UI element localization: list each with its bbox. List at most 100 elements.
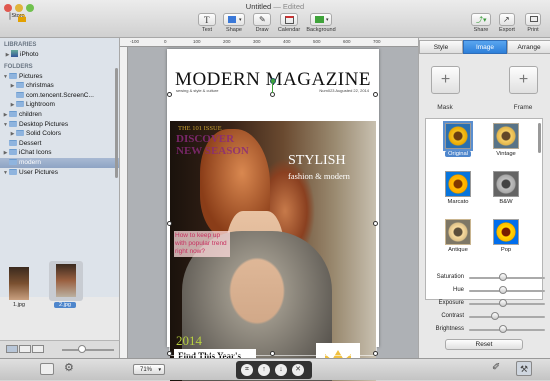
slider-track[interactable] bbox=[469, 316, 545, 318]
crop-icon[interactable]: ⌗ bbox=[241, 364, 253, 376]
slider-knob[interactable] bbox=[491, 312, 499, 320]
arrow-up-icon[interactable]: ↑ bbox=[258, 364, 270, 376]
thumbnail-browser: 1.jpg 2.jpg bbox=[0, 261, 120, 340]
sidebar-item-dessert[interactable]: Dessert bbox=[0, 139, 119, 149]
add-frame-button[interactable]: + bbox=[509, 66, 538, 94]
sidebar-toggle-button[interactable] bbox=[40, 363, 54, 375]
rotate-line bbox=[272, 83, 273, 93]
brush-icon[interactable]: ✐ bbox=[492, 362, 500, 373]
share-button[interactable]: ⤴▾ Share bbox=[470, 13, 492, 33]
zoom-value: 71% bbox=[140, 367, 153, 373]
sidebar-item-label: com.tencent.ScreenC... bbox=[26, 91, 94, 99]
tab-image[interactable]: Image bbox=[463, 40, 507, 54]
sidebar-item-desktop-pictures[interactable]: ▼ Desktop Pictures bbox=[0, 120, 119, 130]
ruler-label: 300 bbox=[253, 39, 261, 44]
saturation-label: Saturation bbox=[436, 274, 464, 280]
rotate-handle[interactable] bbox=[270, 78, 276, 84]
slider-knob[interactable] bbox=[499, 325, 507, 333]
sidebar-item-solid-colors[interactable]: ▶ Solid Colors bbox=[0, 129, 119, 139]
grid-view-button[interactable] bbox=[6, 345, 18, 353]
resize-handle-mr[interactable] bbox=[373, 221, 378, 226]
slider-track[interactable] bbox=[469, 329, 545, 331]
zoom-select[interactable]: 71% ▼ bbox=[133, 364, 165, 375]
add-mask-button[interactable]: + bbox=[431, 66, 460, 94]
disclosure-open-icon[interactable]: ▼ bbox=[2, 169, 9, 179]
slider-track[interactable] bbox=[469, 303, 545, 305]
saturation-slider[interactable]: Saturation bbox=[419, 273, 550, 284]
background-tool-button[interactable]: ▾ Background bbox=[305, 13, 337, 33]
sidebar-item-christmas[interactable]: ▶ christmas bbox=[0, 81, 119, 91]
filter-bw[interactable]: B&W bbox=[486, 171, 526, 205]
mask-label: Mask bbox=[437, 104, 453, 111]
sidebar-item-modern[interactable]: modern bbox=[0, 157, 119, 168]
tools-icon[interactable]: ⚒ bbox=[516, 361, 532, 376]
ruler-label: 700 bbox=[373, 39, 381, 44]
tab-style[interactable]: Style bbox=[419, 40, 463, 54]
contrast-label: Contrast bbox=[441, 313, 464, 319]
filter-antique[interactable]: Antique bbox=[438, 219, 478, 253]
draw-tool-button[interactable]: ✎ Draw bbox=[251, 13, 273, 33]
arrow-down-icon[interactable]: ↓ bbox=[275, 364, 287, 376]
list-view-button[interactable] bbox=[19, 345, 31, 353]
thumbnail-size-slider[interactable] bbox=[62, 349, 114, 351]
sidebar-item-label: iPhoto bbox=[20, 51, 39, 58]
filter-original[interactable]: Original bbox=[438, 121, 478, 157]
slider-knob[interactable] bbox=[499, 286, 507, 294]
shape-tool-button[interactable]: ▾ Shape bbox=[222, 13, 246, 33]
slider-knob[interactable] bbox=[499, 273, 507, 281]
column-view-button[interactable] bbox=[32, 345, 44, 353]
filter-marcato[interactable]: Marcato bbox=[438, 171, 478, 205]
filter-scrollbar[interactable] bbox=[538, 123, 541, 153]
contrast-slider[interactable]: Contrast bbox=[419, 312, 550, 323]
slider-knob[interactable] bbox=[499, 299, 507, 307]
resize-handle-tr[interactable] bbox=[373, 92, 378, 97]
exposure-label: Exposure bbox=[438, 300, 464, 306]
sidebar-item-label: User Pictures bbox=[19, 168, 59, 176]
sidebar-item-ichat-icons[interactable]: ▶ iChat Icons bbox=[0, 148, 119, 158]
thumbnail-2[interactable] bbox=[49, 261, 83, 301]
hue-slider[interactable]: Hue bbox=[419, 286, 550, 297]
resize-handle-bl[interactable] bbox=[167, 351, 172, 356]
calendar-icon bbox=[280, 13, 298, 26]
sidebar-item-lightroom[interactable]: ▶ Lightroom bbox=[0, 100, 119, 110]
sidebar-item-com-tencent[interactable]: com.tencent.ScreenC... bbox=[0, 91, 119, 101]
export-button[interactable]: ↗ Export bbox=[496, 13, 518, 33]
sidebar-item-label: Pictures bbox=[19, 72, 43, 80]
resize-handle-bc[interactable] bbox=[270, 351, 275, 356]
sidebar-item-pictures[interactable]: ▼ Pictures bbox=[0, 72, 119, 82]
sidebar-item-label: iChat Icons bbox=[19, 149, 52, 157]
filter-pop[interactable]: Pop bbox=[486, 219, 526, 253]
text-tool-button[interactable]: T Text bbox=[196, 13, 218, 33]
close-icon[interactable]: ✕ bbox=[292, 364, 304, 376]
calendar-tool-button[interactable]: Calendar bbox=[276, 13, 302, 33]
folder-icon bbox=[9, 120, 17, 127]
disclosure-icon[interactable]: ▶ bbox=[4, 51, 11, 61]
sidebar-scrollbar[interactable] bbox=[115, 68, 118, 178]
filter-vintage[interactable]: Vintage bbox=[486, 123, 526, 157]
thumbnail-size-knob[interactable] bbox=[78, 345, 86, 353]
gear-icon[interactable]: ⚙ bbox=[64, 361, 74, 374]
export-icon: ↗ bbox=[499, 13, 515, 26]
exposure-slider[interactable]: Exposure bbox=[419, 299, 550, 310]
sidebar-item-user-pictures[interactable]: ▼ User Pictures bbox=[0, 168, 119, 178]
thumbnail-1[interactable] bbox=[9, 267, 29, 300]
resize-handle-tl[interactable] bbox=[167, 92, 172, 97]
reset-button[interactable]: Reset bbox=[445, 339, 523, 350]
sidebar-item-children[interactable]: ▶ children bbox=[0, 110, 119, 120]
sidebar-item-iphoto[interactable]: ▶ iPhoto bbox=[0, 50, 119, 60]
libraries-header: LIBRARIES bbox=[4, 42, 37, 48]
tab-arrange[interactable]: Arrange bbox=[507, 40, 550, 54]
print-button[interactable]: Print bbox=[522, 13, 544, 33]
slider-track[interactable] bbox=[469, 277, 545, 279]
printer-icon bbox=[525, 13, 541, 26]
filter-label: Antique bbox=[448, 247, 468, 253]
resize-handle-br[interactable] bbox=[373, 351, 378, 356]
filter-label: B&W bbox=[499, 199, 513, 205]
ruler-label: -100 bbox=[130, 39, 140, 44]
share-icon: ⤴▾ bbox=[471, 13, 491, 26]
ruler-label: 0 bbox=[164, 39, 167, 44]
brightness-slider[interactable]: Brightness bbox=[419, 325, 550, 336]
resize-handle-ml[interactable] bbox=[167, 221, 172, 226]
store-button[interactable]: Store bbox=[4, 12, 30, 22]
slider-track[interactable] bbox=[469, 290, 545, 292]
